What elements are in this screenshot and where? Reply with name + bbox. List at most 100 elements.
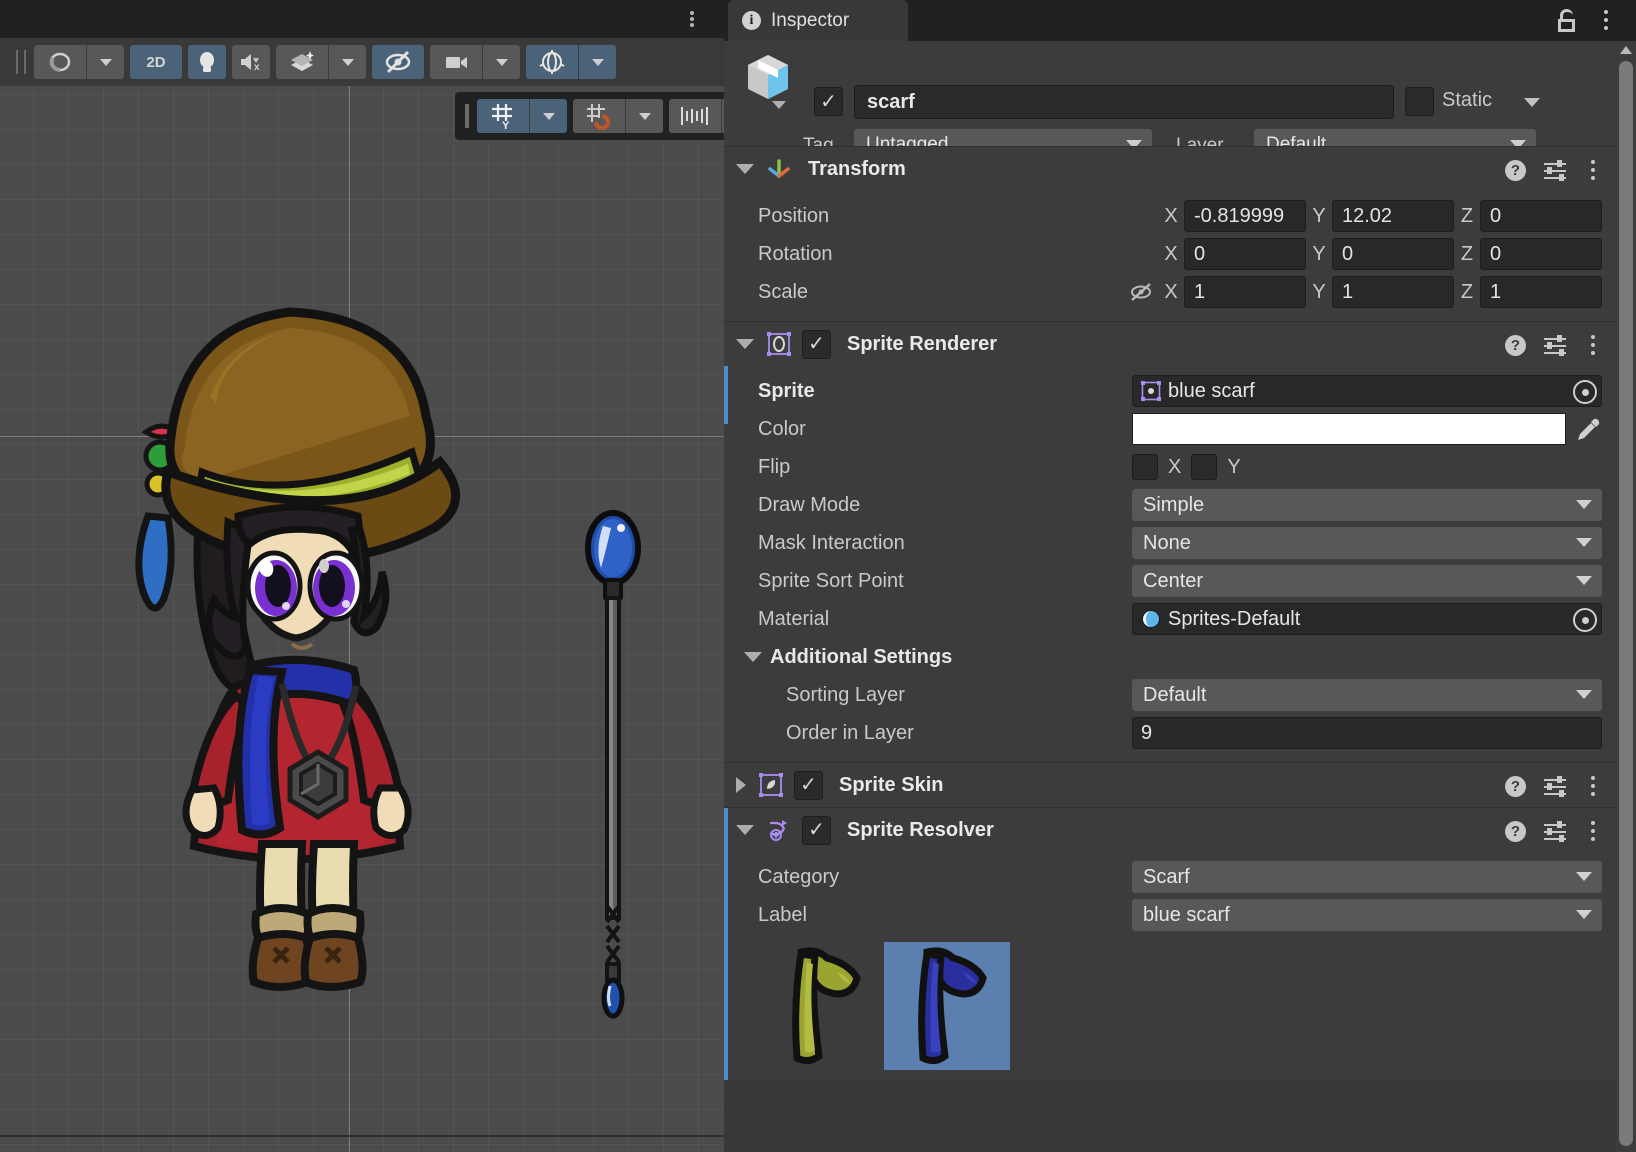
inspector-scrollbar[interactable] bbox=[1616, 41, 1636, 1152]
camera-dropdown[interactable] bbox=[482, 45, 520, 79]
scale-z-input[interactable]: 1 bbox=[1480, 276, 1602, 308]
kebab-menu-icon[interactable] bbox=[1584, 159, 1602, 181]
ruler-ticks-icon bbox=[678, 103, 712, 129]
rotation-y-input[interactable]: 0 bbox=[1332, 238, 1454, 270]
audio-toggle-button[interactable]: x bbox=[232, 45, 270, 79]
label-dropdown[interactable]: blue scarf bbox=[1132, 899, 1602, 931]
position-y-input[interactable]: 12.02 bbox=[1332, 200, 1454, 232]
blue-scarf-thumbnail[interactable] bbox=[884, 942, 1010, 1070]
sprite-object-field[interactable]: blue scarf bbox=[1132, 375, 1602, 407]
material-row: Material Sprites-Default bbox=[724, 600, 1616, 638]
camera-settings-button[interactable] bbox=[430, 45, 482, 79]
sprite-renderer-foldout-icon[interactable] bbox=[736, 339, 754, 349]
draw-mode-dropdown[interactable]: Simple bbox=[1132, 489, 1602, 521]
inspector-kebab-menu-icon[interactable] bbox=[1596, 8, 1616, 32]
flip-x-checkbox[interactable] bbox=[1132, 454, 1158, 480]
shading-mode-dropdown[interactable] bbox=[86, 45, 124, 79]
help-icon[interactable]: ? bbox=[1505, 821, 1526, 842]
scene-view-gizmo-button[interactable] bbox=[526, 45, 578, 79]
static-dropdown-caret-icon[interactable] bbox=[1524, 98, 1540, 107]
scrollbar-thumb[interactable] bbox=[1619, 61, 1633, 1146]
scale-x-input[interactable]: 1 bbox=[1184, 276, 1306, 308]
sprite-sort-point-dropdown[interactable]: Center bbox=[1132, 565, 1602, 597]
scene-kebab-menu-icon[interactable] bbox=[682, 8, 702, 30]
lighting-toggle-button[interactable] bbox=[188, 45, 226, 79]
label-label: Label bbox=[758, 904, 807, 927]
sprite-object-picker-icon[interactable] bbox=[1573, 380, 1597, 404]
help-icon[interactable]: ? bbox=[1505, 160, 1526, 181]
mask-interaction-dropdown[interactable]: None bbox=[1132, 527, 1602, 559]
prefab-dropdown-caret-icon[interactable] bbox=[772, 101, 786, 109]
help-icon[interactable]: ? bbox=[1505, 776, 1526, 797]
green-scarf-thumbnail[interactable] bbox=[758, 942, 884, 1070]
effects-toggle-button[interactable] bbox=[276, 45, 328, 79]
shading-mode-button[interactable] bbox=[34, 45, 86, 79]
tab-inspector[interactable]: i Inspector bbox=[728, 0, 908, 41]
kebab-menu-icon[interactable] bbox=[1584, 820, 1602, 842]
category-dropdown[interactable]: Scarf bbox=[1132, 861, 1602, 893]
gameobject-enabled-checkbox[interactable]: ✓ bbox=[814, 87, 843, 116]
flip-y-checkbox[interactable] bbox=[1191, 454, 1217, 480]
grid-toolbar-drag-handle[interactable] bbox=[465, 104, 469, 128]
rotation-x-input[interactable]: 0 bbox=[1184, 238, 1306, 270]
grid-snapping-group[interactable] bbox=[573, 99, 663, 133]
sprite-sort-point-row: Sprite Sort Point Center bbox=[724, 562, 1616, 600]
chevron-down-icon bbox=[639, 113, 651, 120]
gameobject-name-input[interactable]: scarf bbox=[854, 85, 1394, 119]
uniform-scale-off-icon[interactable] bbox=[1128, 282, 1154, 302]
character-sprite[interactable] bbox=[110, 266, 470, 1066]
scene-gizmo-group[interactable] bbox=[526, 45, 616, 79]
preset-sliders-icon[interactable] bbox=[1544, 822, 1566, 840]
rotation-z-input[interactable]: 0 bbox=[1480, 238, 1602, 270]
additional-settings-row[interactable]: Additional Settings bbox=[724, 638, 1616, 676]
grid-snapping-dropdown[interactable] bbox=[625, 99, 663, 133]
sprite-skin-foldout-icon[interactable] bbox=[736, 777, 746, 793]
kebab-menu-icon[interactable] bbox=[1584, 775, 1602, 797]
sprite-resolver-header[interactable]: ✓ Sprite Resolver ? bbox=[724, 808, 1616, 852]
sorting-layer-dropdown[interactable]: Default bbox=[1132, 679, 1602, 711]
sprite-resolver-enabled-checkbox[interactable]: ✓ bbox=[802, 816, 831, 845]
camera-group[interactable] bbox=[430, 45, 520, 79]
transform-foldout-icon[interactable] bbox=[736, 164, 754, 174]
effects-group[interactable] bbox=[276, 45, 366, 79]
order-in-layer-input[interactable]: 9 bbox=[1132, 717, 1602, 749]
hidden-objects-toggle-button[interactable] bbox=[372, 45, 424, 79]
lock-open-icon[interactable] bbox=[1556, 9, 1578, 32]
toolbar-drag-handle[interactable] bbox=[16, 50, 26, 74]
eyedropper-icon[interactable] bbox=[1572, 414, 1602, 444]
shading-mode-group[interactable] bbox=[34, 45, 124, 79]
component-sprite-skin: ✓ Sprite Skin ? bbox=[724, 762, 1616, 807]
grid-axis-group[interactable]: Y bbox=[477, 99, 567, 133]
staff-sprite[interactable] bbox=[583, 506, 643, 1036]
scene-viewport[interactable] bbox=[0, 86, 724, 1152]
sprite-skin-header[interactable]: ✓ Sprite Skin ? bbox=[724, 763, 1616, 807]
position-z-input[interactable]: 0 bbox=[1480, 200, 1602, 232]
transform-header[interactable]: Transform ? bbox=[724, 147, 1616, 191]
additional-settings-foldout-icon[interactable] bbox=[744, 652, 762, 662]
grid-axis-button[interactable]: Y bbox=[477, 99, 529, 133]
effects-dropdown[interactable] bbox=[328, 45, 366, 79]
grid-axis-dropdown[interactable] bbox=[529, 99, 567, 133]
static-checkbox[interactable] bbox=[1405, 87, 1434, 116]
position-x-input[interactable]: -0.819999 bbox=[1184, 200, 1306, 232]
sprite-resolver-foldout-icon[interactable] bbox=[736, 825, 754, 835]
2d-toggle-button[interactable]: 2D bbox=[130, 45, 182, 79]
preset-sliders-icon[interactable] bbox=[1544, 336, 1566, 354]
sprite-renderer-header[interactable]: ✓ Sprite Renderer ? bbox=[724, 322, 1616, 366]
material-object-field[interactable]: Sprites-Default bbox=[1132, 603, 1602, 635]
scroll-up-arrow-icon[interactable] bbox=[1620, 46, 1632, 54]
help-icon[interactable]: ? bbox=[1505, 335, 1526, 356]
sprite-sort-point-label: Sprite Sort Point bbox=[758, 570, 904, 593]
material-object-picker-icon[interactable] bbox=[1573, 608, 1597, 632]
grid-snapping-button[interactable] bbox=[573, 99, 625, 133]
preset-sliders-icon[interactable] bbox=[1544, 777, 1566, 795]
scale-y-input[interactable]: 1 bbox=[1332, 276, 1454, 308]
snap-increment-button[interactable] bbox=[669, 99, 721, 133]
sprite-skin-enabled-checkbox[interactable]: ✓ bbox=[794, 771, 823, 800]
scene-gizmo-dropdown[interactable] bbox=[578, 45, 616, 79]
sorting-layer-row: Sorting Layer Default bbox=[724, 676, 1616, 714]
sprite-renderer-enabled-checkbox[interactable]: ✓ bbox=[802, 330, 831, 359]
preset-sliders-icon[interactable] bbox=[1544, 161, 1566, 179]
color-swatch[interactable] bbox=[1132, 413, 1566, 445]
kebab-menu-icon[interactable] bbox=[1584, 334, 1602, 356]
